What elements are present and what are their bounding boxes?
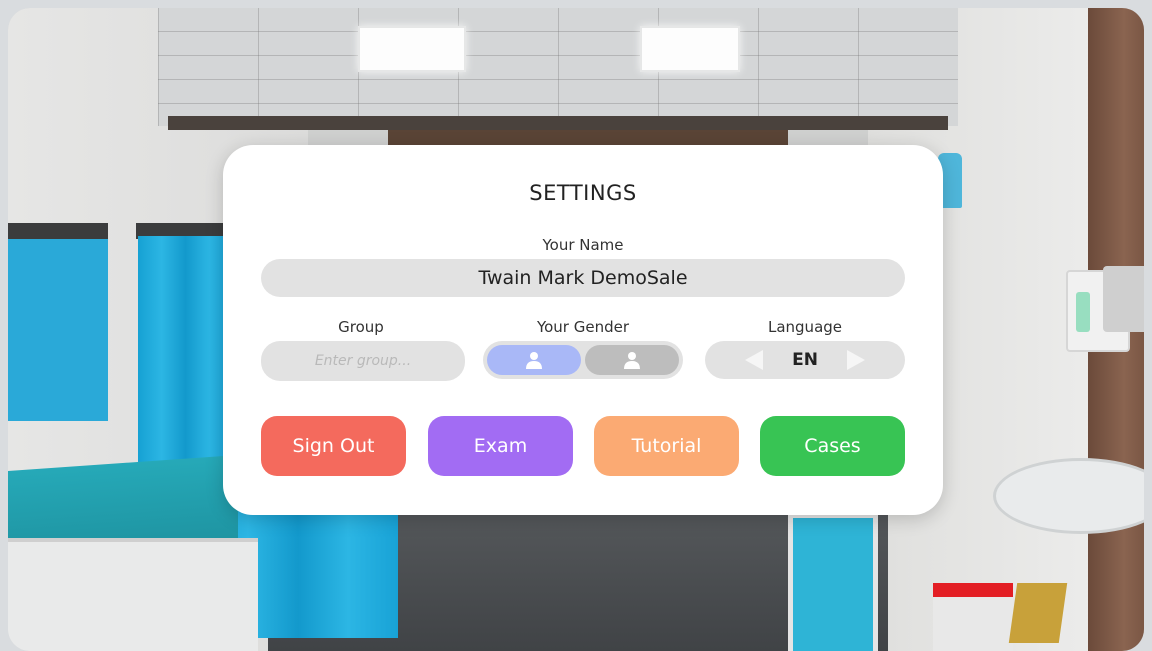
cases-button[interactable]: Cases [760, 416, 905, 476]
person-icon [526, 352, 542, 369]
language-value: EN [792, 350, 818, 370]
yellow-bin [1008, 583, 1068, 643]
dialog-title: SETTINGS [529, 181, 637, 205]
arrow-left-icon[interactable] [745, 350, 763, 370]
red-bin [933, 583, 1013, 651]
group-label: Group [338, 318, 384, 336]
dispenser-window [1076, 292, 1090, 332]
gender-label: Your Gender [536, 318, 630, 336]
name-field[interactable]: Twain Mark DemoSale [261, 259, 905, 297]
arrow-right-icon[interactable] [847, 350, 865, 370]
curtain-rail [8, 223, 108, 239]
person-icon [624, 352, 640, 369]
language-label: Language [767, 318, 843, 336]
cabinet [788, 513, 878, 651]
ceiling-light [358, 26, 466, 72]
ceiling-beam [168, 116, 948, 130]
sign-out-button[interactable]: Sign Out [261, 416, 406, 476]
ceiling [158, 8, 958, 126]
bed-shelf [8, 538, 258, 651]
ceiling-light [640, 26, 740, 72]
window-curtain [8, 236, 108, 421]
towel-dispenser [1103, 266, 1144, 332]
group-input[interactable] [261, 341, 465, 381]
language-selector: EN [705, 341, 905, 379]
gender-option-male[interactable] [487, 345, 581, 375]
tutorial-button[interactable]: Tutorial [594, 416, 739, 476]
gender-option-female[interactable] [585, 345, 679, 375]
settings-dialog: SETTINGS Your Name Twain Mark DemoSale G… [223, 145, 943, 515]
gender-selector [483, 341, 683, 379]
curtain [138, 236, 233, 476]
exam-button[interactable]: Exam [428, 416, 573, 476]
name-label: Your Name [542, 236, 624, 254]
